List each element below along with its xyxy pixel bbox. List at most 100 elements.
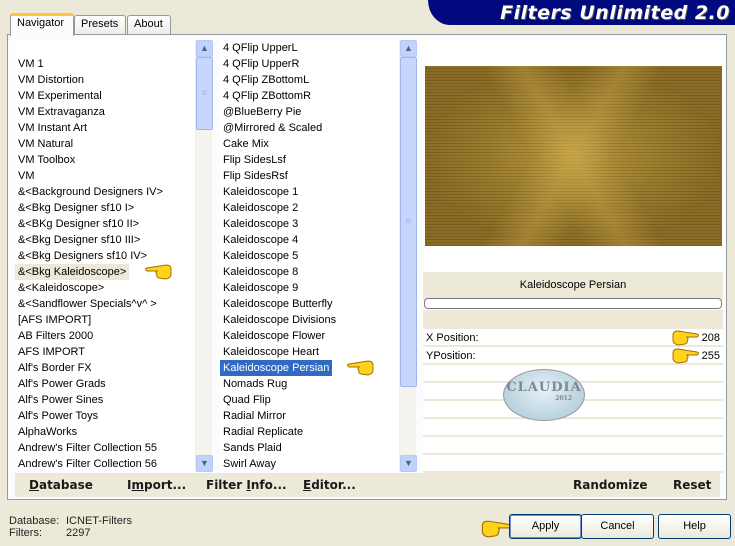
list-item[interactable]: &<Bkg Kaleidoscope> [15,264,130,280]
list-item[interactable]: AB Filters 2000 [15,328,195,344]
list-item-row: &<Bkg Kaleidoscope> [15,264,195,280]
pointing-hand-icon [145,264,172,280]
scroll-thumb[interactable]: ≡ [196,57,213,130]
watermark-text: CLAUDIA [506,380,582,395]
mnemonic: D [29,478,39,492]
list-item[interactable]: AlphaWorks [15,424,195,440]
label: ditor... [311,478,356,492]
database-label: Database: [9,515,60,527]
list-item[interactable]: Alf's Power Toys [15,408,195,424]
list-item[interactable]: 4 QFlip ZBottomR [220,88,399,104]
list-item[interactable]: Alf's Power Grads [15,376,195,392]
list-item[interactable]: Kaleidoscope Flower [220,328,399,344]
bottom-toolbar: Database Import... Filter Info... Editor… [15,473,720,497]
parameter-list: X Position: 208 YPosition: 255 CLAUDIA 2… [423,329,723,473]
list-item[interactable]: &<Background Designers IV> [15,184,195,200]
list-item[interactable]: VM Experimental [15,88,195,104]
empty-param-row: CLAUDIA 2012 [423,369,723,421]
list-item[interactable]: Kaleidoscope 8 [220,264,399,280]
list-item[interactable]: [AFS IMPORT] [15,312,195,328]
list-item[interactable]: VM [15,168,195,184]
list-item[interactable]: Kaleidoscope Persian [220,360,333,376]
import-button[interactable]: Import... [127,478,186,492]
list-item[interactable]: Quad Flip [220,392,399,408]
reset-button[interactable]: Reset [673,478,711,492]
list-item[interactable]: Andrew's Filter Collection 56 [15,456,195,472]
cancel-button[interactable]: Cancel [581,514,654,539]
list-item[interactable]: &<BKg Designer sf10 II> [15,216,195,232]
list-item[interactable]: Flip SidesLsf [220,152,399,168]
apply-button[interactable]: Apply [509,514,582,539]
randomize-button[interactable]: Randomize [573,478,647,492]
watermark-year: 2012 [555,395,572,402]
list-item[interactable]: Alf's Power Sines [15,392,195,408]
list-item[interactable]: Kaleidoscope 5 [220,248,399,264]
list-item[interactable]: VM 1 [15,56,195,72]
mnemonic: E [303,478,312,492]
preview-area: Kaleidoscope Persian X Position: 208 YPo… [423,40,723,473]
scroll-up-button[interactable]: ▲ [400,40,417,57]
tab-navigator[interactable]: Navigator [10,13,74,36]
scroll-down-button[interactable]: ▼ [196,455,213,472]
list-item[interactable]: 4 QFlip UpperL [220,40,399,56]
list-item[interactable]: Alf's Border FX [15,360,195,376]
filter-scrollbar[interactable]: ▲ ≡ ▼ [399,40,417,472]
list-item[interactable]: Kaleidoscope 9 [220,280,399,296]
list-item[interactable]: Radial Mirror [220,408,399,424]
list-item[interactable]: Radial Replicate [220,424,399,440]
list-item[interactable]: Flip SidesRsf [220,168,399,184]
param-value: 255 [701,350,720,362]
database-button[interactable]: Database [29,478,93,492]
list-item[interactable]: Kaleidoscope 1 [220,184,399,200]
filter-list[interactable]: 4 QFlip UpperL 4 QFlip UpperR 4 QFlip ZBot… [220,40,399,472]
list-item[interactable]: Kaleidoscope 3 [220,216,399,232]
param-label: X Position: [426,332,479,344]
help-button[interactable]: Help [658,514,731,539]
app-banner: Filters Unlimited 2.0 [428,0,735,25]
list-item[interactable]: Kaleidoscope Butterfly [220,296,399,312]
list-item[interactable]: VM Distortion [15,72,195,88]
list-item[interactable]: VM Toolbox [15,152,195,168]
list-item[interactable]: &<Bkg Designer sf10 III> [15,232,195,248]
list-item[interactable]: @Mirrored & Scaled [220,120,399,136]
scroll-up-button[interactable]: ▲ [196,40,213,57]
list-item[interactable]: Nomads Rug [220,376,399,392]
tab-presets[interactable]: Presets [74,15,126,35]
category-scrollbar[interactable]: ▲ ≡ ▼ [195,40,213,472]
preview-box [423,40,723,272]
tab-about[interactable]: About [127,15,171,35]
list-item[interactable]: &<Kaleidoscope> [15,280,195,296]
scroll-down-button[interactable]: ▼ [400,455,417,472]
status-info: Database: ICNET-Filters Filters: 2297 [9,515,132,539]
spacer [423,310,723,330]
list-item[interactable]: VM Natural [15,136,195,152]
list-item[interactable]: &<Sandflower Specials^v^ > [15,296,195,312]
list-item[interactable]: Kaleidoscope Divisions [220,312,399,328]
list-item[interactable]: Sands Plaid [220,440,399,456]
param-y-position[interactable]: YPosition: 255 [423,347,723,365]
editor-button[interactable]: Editor... [303,478,356,492]
filter-info-button[interactable]: Filter Info... [206,478,287,492]
list-item[interactable]: VM Extravaganza [15,104,195,120]
list-item[interactable]: &<Bkg Designer sf10 I> [15,200,195,216]
list-item[interactable]: &<Bkg Designers sf10 IV> [15,248,195,264]
list-item[interactable] [15,40,195,56]
list-item[interactable]: 4 QFlip UpperR [220,56,399,72]
category-list[interactable]: VM 1 VM Distortion VM Experimental VM Extra… [15,40,195,472]
list-item[interactable]: @BlueBerry Pie [220,104,399,120]
list-item[interactable]: Kaleidoscope 2 [220,200,399,216]
scroll-thumb[interactable]: ≡ [400,57,417,387]
list-item-row: Kaleidoscope Persian [220,360,399,376]
param-x-position[interactable]: X Position: 208 [423,329,723,347]
list-item[interactable]: Andrew's Filter Collection 55 [15,440,195,456]
list-item[interactable]: Swirl Away [220,456,399,472]
list-item[interactable]: Kaleidoscope 4 [220,232,399,248]
parameter-slider[interactable] [424,298,722,309]
list-item[interactable]: 4 QFlip ZBottomL [220,72,399,88]
list-item[interactable]: AFS IMPORT [15,344,195,360]
list-item[interactable]: Kaleidoscope Heart [220,344,399,360]
empty-param-row [423,437,723,455]
list-item[interactable]: VM Instant Art [15,120,195,136]
pointing-hand-icon [672,330,699,346]
list-item[interactable]: Cake Mix [220,136,399,152]
